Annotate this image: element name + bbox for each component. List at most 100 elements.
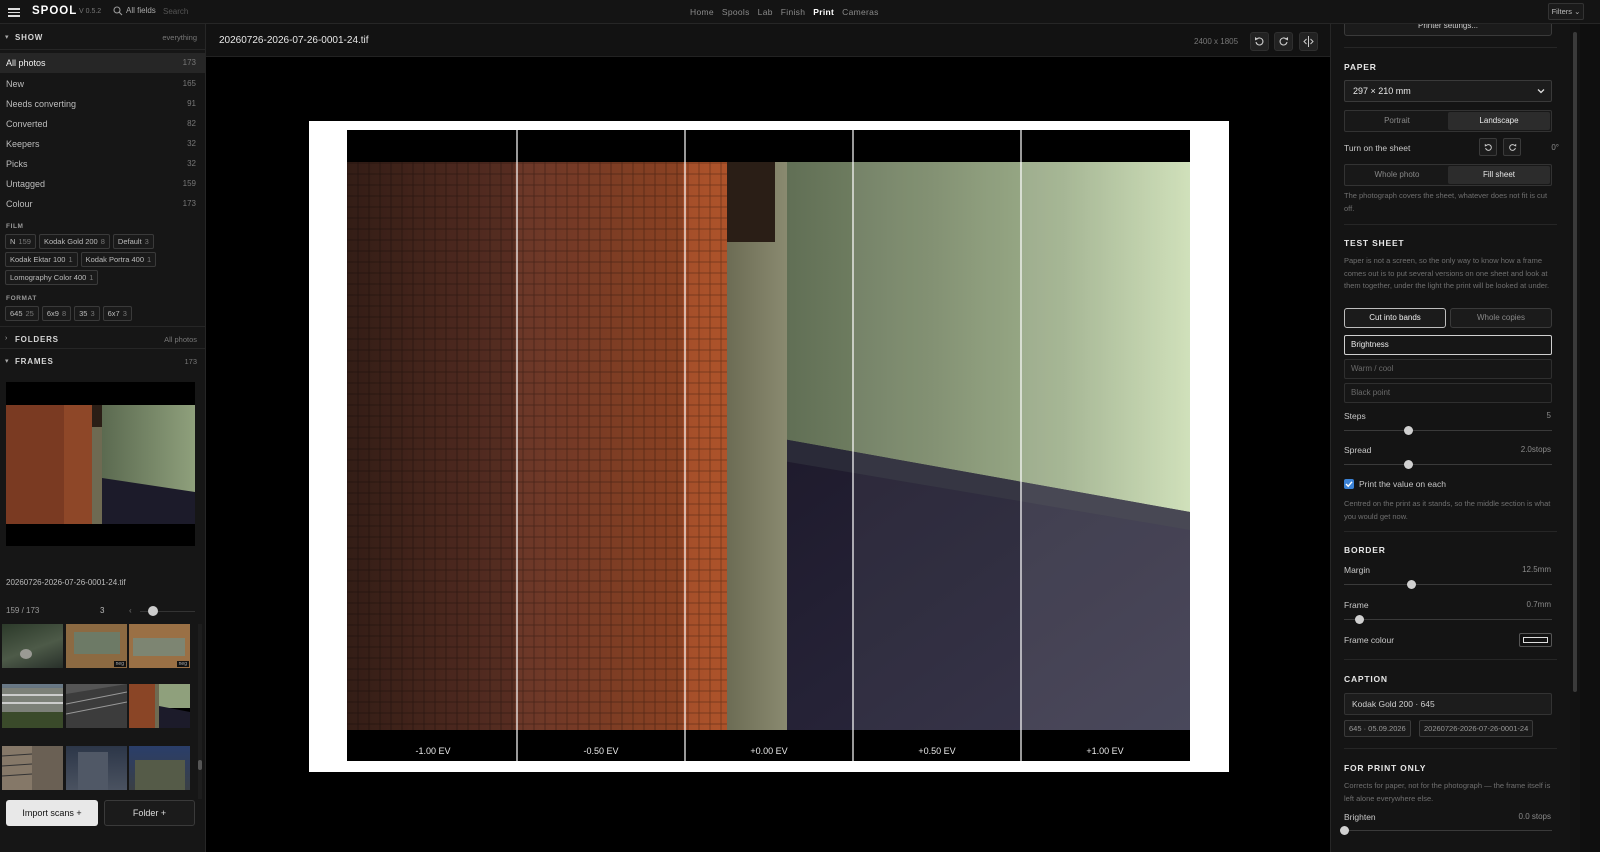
- import-scans-button[interactable]: Import scans +: [6, 800, 98, 826]
- film-chip[interactable]: Lomography Color 400 1: [5, 270, 99, 285]
- fit-whole-photo[interactable]: Whole photo: [1346, 166, 1448, 184]
- search-input[interactable]: [163, 4, 343, 19]
- show-item-needs-converting[interactable]: Needs converting 91: [0, 94, 206, 114]
- variable-warm-cool[interactable]: Warm / cool: [1344, 359, 1552, 379]
- variable-black-point[interactable]: Black point: [1344, 383, 1552, 403]
- brighten-slider[interactable]: [1340, 826, 1552, 836]
- nav-cameras[interactable]: Cameras: [842, 7, 879, 17]
- paper-sheet: -1.00 EV -0.50 EV +0.00 EV +0.50 EV +1.0…: [309, 121, 1229, 772]
- frame-colour-label: Frame colour: [1344, 635, 1395, 645]
- fit-fill-sheet[interactable]: Fill sheet: [1448, 166, 1550, 184]
- caption-input[interactable]: Kodak Gold 200 · 645: [1344, 693, 1552, 715]
- slider-knob[interactable]: [1406, 580, 1416, 589]
- frame-colour-swatch[interactable]: [1519, 633, 1552, 647]
- chip-count: 1: [68, 255, 73, 264]
- band-label: +0.00 EV: [750, 746, 788, 756]
- thumbnail[interactable]: neg: [66, 624, 127, 668]
- slider-track: [1344, 619, 1552, 620]
- show-item-label: Keepers: [6, 139, 40, 149]
- test-print[interactable]: -1.00 EV -0.50 EV +0.00 EV +0.50 EV +1.0…: [347, 130, 1190, 761]
- variable-brightness[interactable]: Brightness: [1344, 335, 1552, 355]
- paper-size-select[interactable]: 297 × 210 mm: [1344, 80, 1552, 102]
- nav-print[interactable]: Print: [813, 7, 834, 17]
- show-item-count: 32: [187, 139, 196, 148]
- slider-knob[interactable]: [1340, 826, 1349, 835]
- thumbnail[interactable]: [2, 746, 63, 790]
- film-chip[interactable]: Kodak Portra 400 1: [80, 252, 157, 267]
- chip-label: Kodak Portra 400: [85, 255, 144, 264]
- fit-toggle: Whole photo Fill sheet: [1344, 164, 1552, 186]
- show-item-new[interactable]: New 165: [0, 74, 206, 94]
- thumbnail[interactable]: [129, 746, 190, 790]
- show-meta: everything: [162, 33, 197, 42]
- divider: [0, 49, 206, 50]
- cut-into-bands-button[interactable]: Cut into bands: [1344, 308, 1446, 328]
- film-chip[interactable]: Kodak Gold 200 8: [38, 234, 110, 249]
- show-item-untagged[interactable]: Untagged 159: [0, 174, 206, 194]
- turn-right-button[interactable]: [1503, 138, 1521, 156]
- thumbnail[interactable]: [66, 746, 127, 790]
- slider-knob[interactable]: [1404, 426, 1414, 435]
- nav-finish[interactable]: Finish: [781, 7, 805, 17]
- divider: [1344, 659, 1557, 660]
- frames-section-header[interactable]: ▾ FRAMES 173: [0, 350, 206, 372]
- nav-spools[interactable]: Spools: [722, 7, 750, 17]
- nav-home[interactable]: Home: [690, 7, 714, 17]
- thumbnail-scrollbar[interactable]: [198, 624, 202, 799]
- show-item-picks[interactable]: Picks 32: [0, 154, 206, 174]
- chevron-left-icon[interactable]: ‹: [129, 606, 132, 615]
- paper-size-value: 297 × 210 mm: [1353, 86, 1411, 96]
- print-value-checkbox[interactable]: [1344, 479, 1354, 489]
- scrollbar-thumb[interactable]: [1573, 32, 1577, 692]
- show-item-colour[interactable]: Colour 173: [0, 194, 206, 214]
- frame-width-slider[interactable]: [1344, 615, 1552, 625]
- thumbnail[interactable]: [66, 684, 127, 728]
- panel-scrollbar[interactable]: [1570, 24, 1580, 852]
- show-item-keepers[interactable]: Keepers 32: [0, 134, 206, 154]
- format-chip[interactable]: 6x9 8: [41, 306, 72, 321]
- printer-settings-button[interactable]: Printer settings...: [1344, 24, 1552, 36]
- nav-lab[interactable]: Lab: [758, 7, 773, 17]
- frame-preview[interactable]: [6, 382, 195, 547]
- spread-slider[interactable]: [1344, 460, 1552, 470]
- margin-slider[interactable]: [1344, 580, 1552, 590]
- folders-section-header[interactable]: › FOLDERS All photos: [0, 328, 206, 350]
- thumbnail[interactable]: [2, 684, 63, 728]
- show-item-count: 32: [187, 159, 196, 168]
- orientation-portrait[interactable]: Portrait: [1346, 112, 1448, 130]
- caption-tag[interactable]: 645 · 05.09.2026: [1344, 720, 1411, 737]
- film-chip[interactable]: Default 3: [112, 234, 154, 249]
- hamburger-menu-icon[interactable]: [8, 6, 20, 18]
- compare-button[interactable]: [1299, 32, 1318, 51]
- rotate-left-button[interactable]: [1250, 32, 1269, 51]
- whole-copies-button[interactable]: Whole copies: [1450, 308, 1552, 328]
- slider-knob[interactable]: [1354, 615, 1364, 624]
- band-label: +0.50 EV: [918, 746, 956, 756]
- caption-tag[interactable]: 20260726-2026-07-26-0001-24: [1419, 720, 1534, 737]
- format-chip[interactable]: 645 25: [5, 306, 39, 321]
- thumbnail[interactable]: neg: [129, 624, 190, 668]
- scrollbar-thumb[interactable]: [198, 760, 202, 770]
- frame-width-label: Frame: [1344, 600, 1369, 610]
- rotate-right-button[interactable]: [1274, 32, 1293, 51]
- show-section-header[interactable]: ▾ SHOW everything: [0, 26, 206, 48]
- thumbnail[interactable]: [129, 684, 190, 728]
- turn-value: 0°: [1551, 143, 1559, 152]
- zoom-slider-knob[interactable]: [148, 606, 158, 616]
- format-chip[interactable]: 6x7 3: [102, 306, 132, 321]
- slider-knob[interactable]: [1404, 460, 1414, 469]
- add-folder-button[interactable]: Folder +: [104, 800, 195, 826]
- show-item-converted[interactable]: Converted 82: [0, 114, 206, 134]
- orientation-landscape[interactable]: Landscape: [1448, 112, 1550, 130]
- film-chip[interactable]: N 159: [5, 234, 36, 249]
- thumbnail[interactable]: [2, 624, 63, 668]
- filters-button[interactable]: Filters ⌄: [1548, 3, 1584, 20]
- search-scope[interactable]: All fields: [126, 6, 156, 15]
- steps-slider[interactable]: [1344, 426, 1552, 436]
- show-item-all-photos[interactable]: All photos 173: [0, 53, 206, 73]
- format-chip[interactable]: 35 3: [74, 306, 100, 321]
- turn-left-button[interactable]: [1479, 138, 1497, 156]
- orientation-toggle: Portrait Landscape: [1344, 110, 1552, 132]
- film-chip[interactable]: Kodak Ektar 100 1: [5, 252, 78, 267]
- divider: [1344, 47, 1557, 48]
